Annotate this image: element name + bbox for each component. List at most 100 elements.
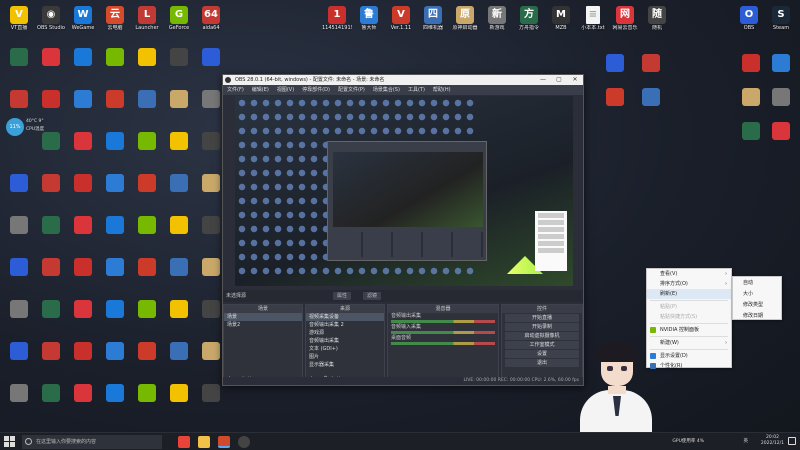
desktop-icon[interactable]: S Steam xyxy=(766,4,796,42)
desktop-icon[interactable] xyxy=(164,340,194,378)
scenes-item[interactable]: 场景 xyxy=(224,313,302,321)
ime-indicator[interactable]: 英 xyxy=(744,438,749,444)
desktop-icon[interactable]: 鲁鲁大师 xyxy=(354,4,384,42)
desktop-icon[interactable] xyxy=(100,298,130,336)
notification-icon[interactable] xyxy=(788,437,796,445)
desktop-icon[interactable]: 新新游戏 xyxy=(482,4,512,42)
controls-item[interactable]: 启动虚拟摄像机 xyxy=(505,332,579,340)
desktop-icon[interactable] xyxy=(100,130,130,168)
sources-item[interactable]: 图片 xyxy=(306,353,384,361)
sources-item[interactable]: 视频采集设备 xyxy=(306,313,384,321)
app-taskbar-icon[interactable] xyxy=(218,436,230,448)
desktop-icon[interactable] xyxy=(36,340,66,378)
desktop-icon[interactable] xyxy=(100,256,130,294)
obs-titlebar[interactable]: OBS 28.0.1 (64-bit, windows) - 配置文件: 未命名… xyxy=(223,75,583,85)
desktop-icon[interactable]: 随随机 xyxy=(642,4,672,42)
context-menu-item[interactable]: 查看(V) › xyxy=(647,269,731,279)
clock[interactable]: 20:02 2022/12/1 xyxy=(761,435,784,447)
sources-item[interactable]: 音频输出采集 xyxy=(306,337,384,345)
desktop-icon[interactable]: 64 aida64 xyxy=(196,4,226,42)
desktop-icon[interactable] xyxy=(68,256,98,294)
controls-item[interactable]: 开始直播 xyxy=(505,314,579,322)
obs-menu-item[interactable]: 文件(F) xyxy=(227,87,244,93)
desktop-icon[interactable] xyxy=(100,46,130,84)
desktop-icon[interactable] xyxy=(600,86,630,124)
desktop-icon[interactable] xyxy=(132,340,162,378)
cpu-monitor-widget[interactable]: 11% 40°C 9° CPU温度 xyxy=(4,116,48,138)
desktop-icon[interactable] xyxy=(4,298,34,336)
desktop-icon[interactable] xyxy=(68,214,98,252)
desktop-icon[interactable]: L Launcher xyxy=(132,4,162,42)
desktop-icon[interactable] xyxy=(132,172,162,210)
desktop-icon[interactable]: O OBS xyxy=(734,4,764,42)
controls-item[interactable]: 开始录制 xyxy=(505,323,579,331)
submenu-item[interactable]: 自动 xyxy=(733,278,781,288)
desktop-icon[interactable] xyxy=(36,172,66,210)
desktop-icon[interactable]: M MZB xyxy=(546,4,576,42)
desktop-icon[interactable] xyxy=(100,214,130,252)
obs-menu-item[interactable]: 配置文件(P) xyxy=(338,87,365,93)
desktop-icon[interactable]: W WeGame xyxy=(68,4,98,42)
desktop-icon[interactable] xyxy=(132,88,162,126)
desktop-icon[interactable] xyxy=(36,298,66,336)
desktop-icon[interactable] xyxy=(766,120,796,158)
file-explorer-taskbar-icon[interactable] xyxy=(198,436,210,448)
desktop-icon[interactable] xyxy=(636,52,666,90)
desktop-icon[interactable] xyxy=(600,52,630,90)
volume-meter[interactable] xyxy=(391,342,495,345)
desktop-icon[interactable] xyxy=(164,88,194,126)
context-menu-item[interactable]: 刷新(E) xyxy=(647,289,731,299)
sources-item[interactable]: 音频输出采集 2 xyxy=(306,321,384,329)
sources-item[interactable]: 游戏源 xyxy=(306,329,384,337)
scenes-item[interactable]: 场景2 xyxy=(224,321,302,329)
desktop-icon[interactable] xyxy=(766,86,796,124)
obs-menu-item[interactable]: 编辑(E) xyxy=(252,87,269,93)
desktop-icon[interactable] xyxy=(132,46,162,84)
desktop-icon[interactable] xyxy=(68,382,98,420)
desktop-icon[interactable] xyxy=(4,382,34,420)
sources-item[interactable]: 文本 (GDI+) xyxy=(306,345,384,353)
sort-submenu[interactable]: 自动 大小 修改类型 修改日期 xyxy=(732,276,782,320)
desktop-icon[interactable] xyxy=(132,382,162,420)
desktop-icon[interactable] xyxy=(68,88,98,126)
obs-preview[interactable] xyxy=(235,96,573,286)
desktop-icon[interactable]: 网网易云音乐 xyxy=(610,4,640,42)
desktop-icon[interactable] xyxy=(132,130,162,168)
desktop-icon[interactable] xyxy=(100,172,130,210)
desktop-icon[interactable] xyxy=(196,382,226,420)
obs-menu-item[interactable]: 停靠部件(D) xyxy=(302,87,330,93)
desktop-icon[interactable] xyxy=(164,46,194,84)
obs-menu-item[interactable]: 场景集合(S) xyxy=(373,87,400,93)
obs-window[interactable]: OBS 28.0.1 (64-bit, windows) - 配置文件: 未命名… xyxy=(222,74,584,386)
submenu-item[interactable]: 修改类型 xyxy=(733,300,781,310)
desktop-icon[interactable] xyxy=(766,52,796,90)
desktop-icon[interactable] xyxy=(36,214,66,252)
desktop-icon[interactable] xyxy=(4,340,34,378)
desktop-icon[interactable] xyxy=(736,52,766,90)
desktop-icon[interactable] xyxy=(36,256,66,294)
maximize-icon[interactable]: ▢ xyxy=(551,75,567,85)
desktop-icon[interactable]: 云云电脑 xyxy=(100,4,130,42)
desktop-icon[interactable] xyxy=(4,46,34,84)
obs-menu-item[interactable]: 工具(T) xyxy=(408,87,425,93)
desktop-icon[interactable] xyxy=(4,172,34,210)
volume-meter[interactable] xyxy=(391,320,495,323)
mixer-item[interactable]: 音频输出采集 xyxy=(388,313,498,324)
minimize-icon[interactable]: — xyxy=(535,75,551,85)
desktop-icon[interactable]: 方方舟指令 xyxy=(514,4,544,42)
desktop-icon[interactable] xyxy=(164,256,194,294)
desktop-icon[interactable] xyxy=(164,298,194,336)
filters-button[interactable]: 滤镜 xyxy=(363,292,382,300)
obs-taskbar-icon[interactable] xyxy=(238,436,250,448)
desktop-icon[interactable]: ◉ OBS Studio xyxy=(36,4,66,42)
desktop-icon[interactable]: 1 1145141919 xyxy=(322,4,352,42)
desktop-icon[interactable] xyxy=(132,298,162,336)
context-menu-item[interactable]: NVIDIA 控制面板 xyxy=(647,325,731,335)
close-icon[interactable]: ✕ xyxy=(567,75,583,85)
desktop-icon[interactable] xyxy=(68,130,98,168)
desktop-icon[interactable] xyxy=(36,46,66,84)
desktop-icon[interactable] xyxy=(736,86,766,124)
desktop-icon[interactable] xyxy=(4,214,34,252)
desktop-icon[interactable] xyxy=(100,382,130,420)
desktop-icon[interactable]: V VT直播 xyxy=(4,4,34,42)
